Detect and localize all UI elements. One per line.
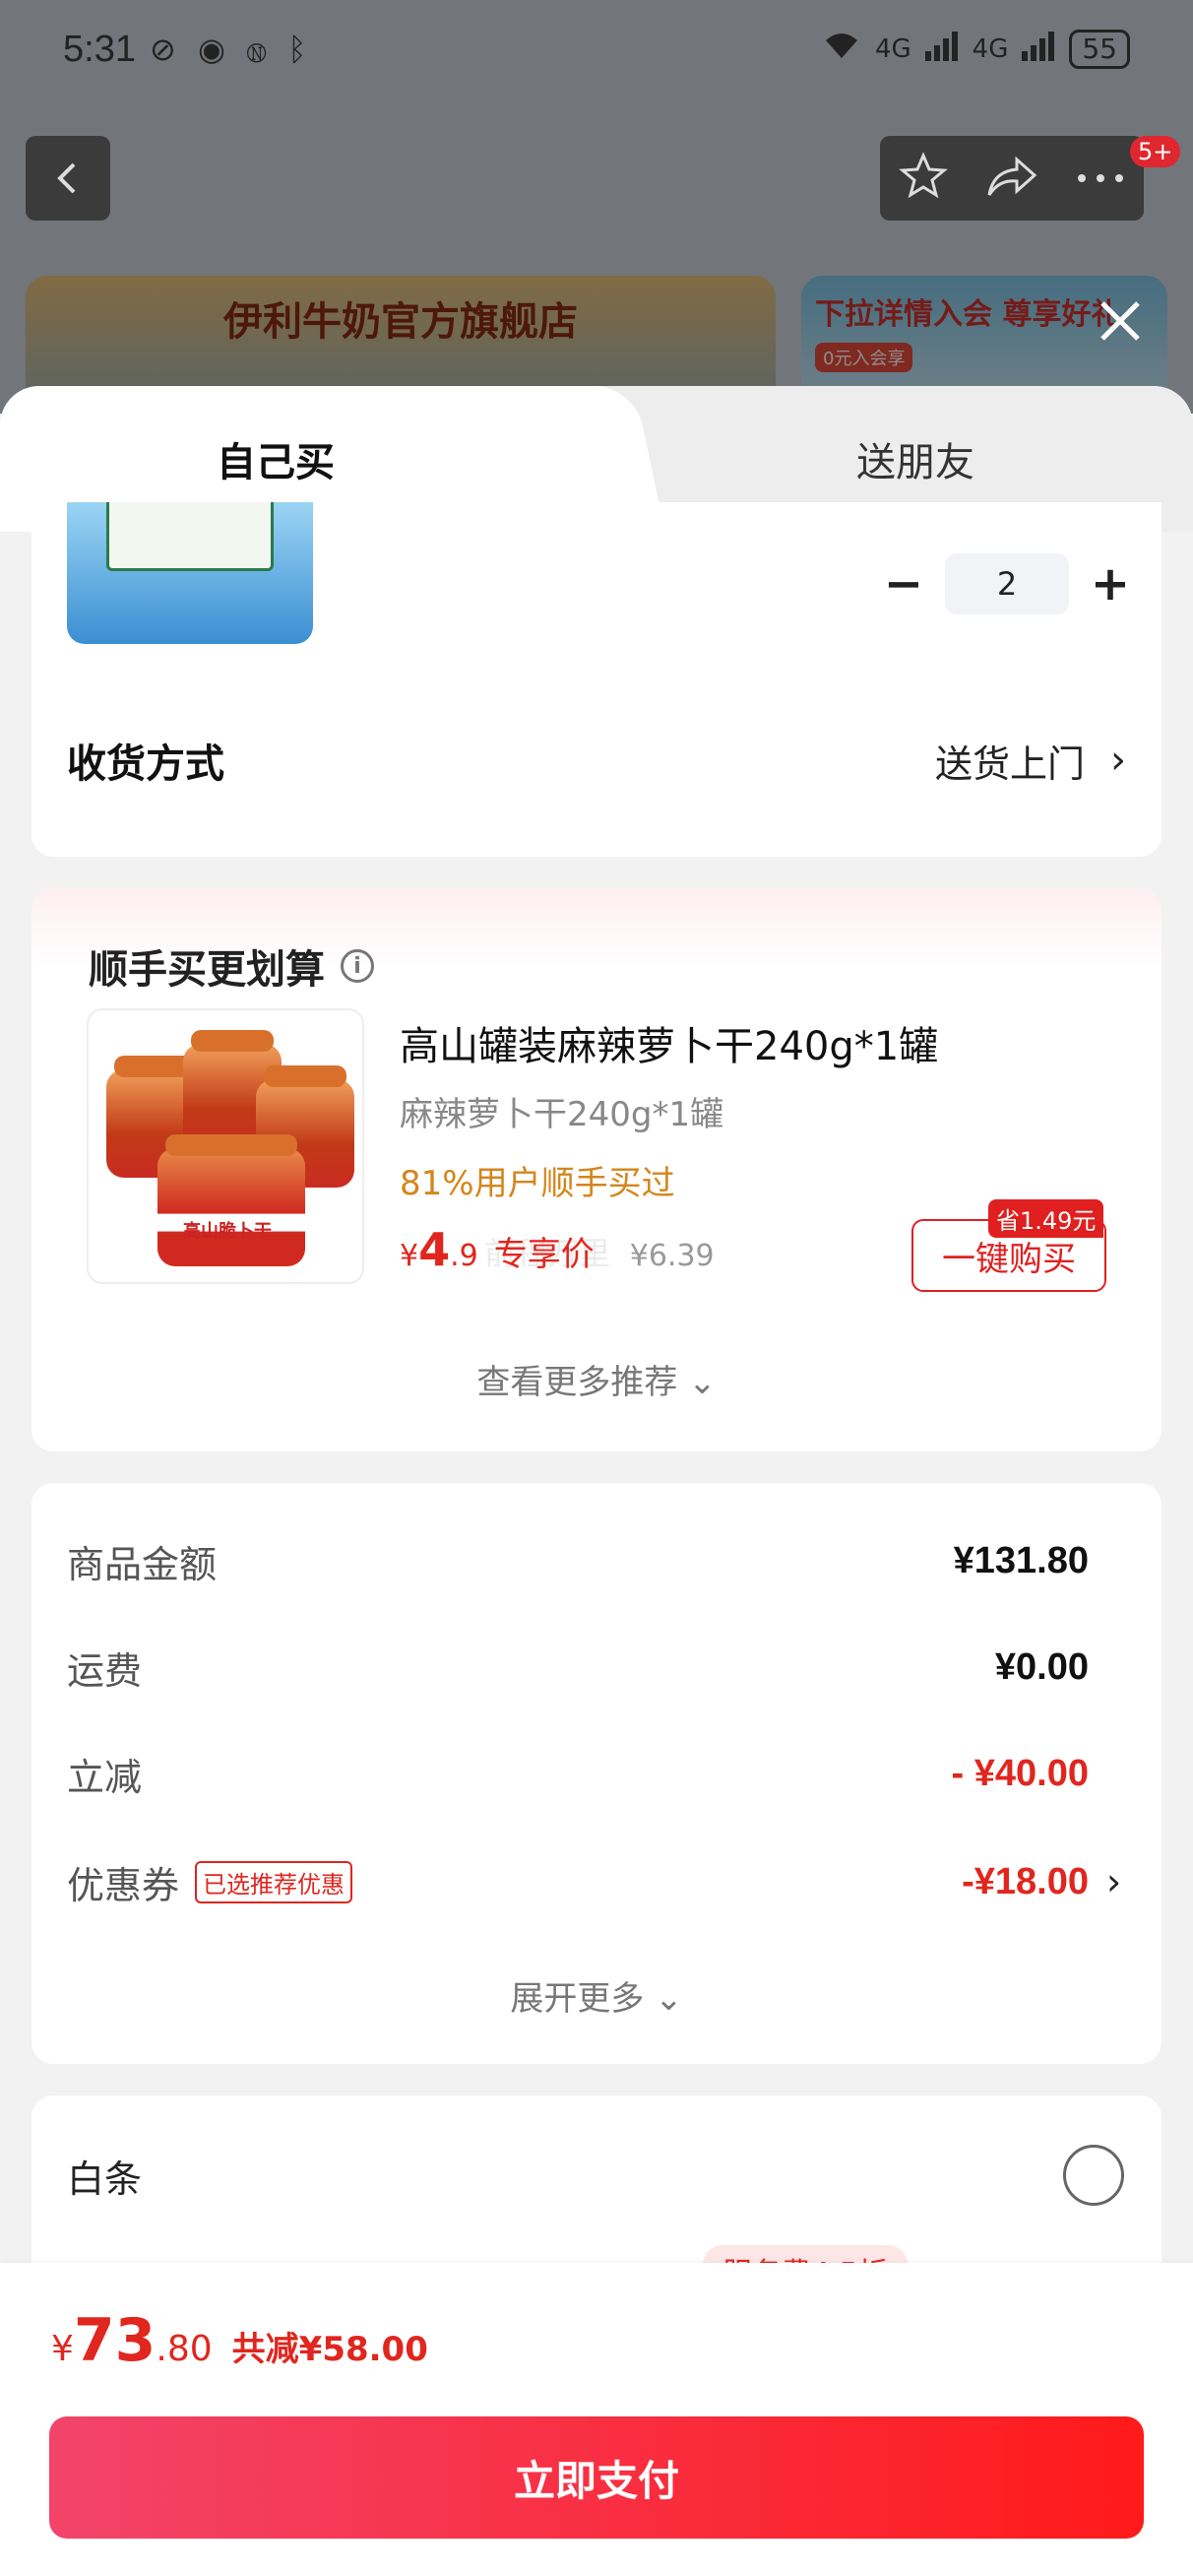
total-decimal: .80 (156, 2329, 213, 2369)
original-price: ¥6.39 (629, 1239, 715, 1273)
freight-value: ¥0.00 (994, 1645, 1089, 1688)
price-decimal: .9 (450, 1239, 478, 1273)
battery-icon: 55 (1069, 30, 1130, 69)
quantity-input[interactable]: 2 (945, 553, 1069, 614)
summary-row-freight: 运费 ¥0.00 (67, 1633, 1126, 1702)
goods-amount-value: ¥131.80 (953, 1539, 1089, 1581)
recommend-card: 顺手买更划算 i 高山脆卜干 高山罐装麻辣萝卜干240g*1罐 麻辣萝卜干240… (31, 888, 1162, 1451)
back-button[interactable] (26, 136, 110, 221)
goods-amount-label: 商品金额 (67, 1542, 218, 1586)
increase-button[interactable]: + (1081, 554, 1140, 613)
shop-banner-title: 伊利牛奶官方旗舰店 (223, 298, 578, 345)
more-recommend-label: 查看更多推荐 (476, 1363, 678, 1402)
star-icon[interactable] (899, 152, 948, 205)
chevron-down-icon: ⌄ (688, 1363, 717, 1402)
total-saved: 共减¥58.00 (231, 2330, 428, 2369)
signal-icon (1022, 31, 1055, 68)
status-bar: 5:31 ⊘ ◉ Ⓝ ᛒ 4G 4G 55 (0, 0, 1193, 98)
share-icon[interactable] (985, 152, 1038, 205)
coupon-label: 优惠券 (67, 1863, 180, 1907)
more-recommend-link[interactable]: 查看更多推荐 ⌄ (31, 1355, 1162, 1403)
header-actions (880, 136, 1144, 221)
jar-label: 高山脆卜干 (183, 1221, 272, 1242)
baitiao-label: 白条 (67, 2157, 143, 2201)
recommend-title: 顺手买更划算 i (89, 937, 374, 995)
total-currency: ¥ (51, 2329, 74, 2369)
recommend-price: ¥ 4 .9 专享价 ¥6.39 (400, 1223, 715, 1276)
summary-row-coupon[interactable]: 优惠券 已选推荐优惠 -¥18.00 › (67, 1847, 1126, 1916)
recommend-product-spec: 麻辣萝卜干240g*1罐 (400, 1095, 724, 1134)
signal-icon (924, 31, 959, 68)
delivery-label: 收货方式 (67, 741, 224, 787)
wifi-icon (822, 31, 861, 69)
discount-value: - ¥40.00 (951, 1752, 1089, 1794)
chevron-right-icon: › (1110, 738, 1126, 783)
recommend-title-text: 顺手买更划算 (89, 947, 325, 993)
price-currency: ¥ (400, 1239, 419, 1273)
summary-row-goods: 商品金额 ¥131.80 (67, 1526, 1126, 1595)
save-badge: 省1.49元 (988, 1199, 1104, 1238)
total-price: ¥ 73 .80 共减¥58.00 (51, 2306, 428, 2375)
checkout-sheet: 自己买 送朋友 − 2 + 收货方式 送货上门 › 顺手买更划算 i 高山脆卜干… (0, 386, 1193, 2576)
net-label-1: 4G (874, 34, 911, 64)
chevron-right-icon: › (1106, 1860, 1122, 1903)
expand-more-label: 展开更多 (510, 1979, 645, 2019)
close-icon (1100, 301, 1140, 341)
product-image (67, 502, 313, 644)
decrease-button[interactable]: − (874, 554, 933, 613)
price-label: 专享价 (493, 1235, 595, 1274)
message-badge: 5+ (1130, 136, 1181, 167)
recommend-product-name[interactable]: 高山罐装麻辣萝卜干240g*1罐 (400, 1014, 938, 1071)
freight-label: 运费 (67, 1648, 143, 1693)
product-card: − 2 + 收货方式 送货上门 › (31, 502, 1162, 857)
close-button[interactable] (1091, 291, 1150, 351)
quantity-stepper: − 2 + (874, 553, 1140, 614)
pay-now-button[interactable]: 立即支付 (49, 2416, 1144, 2539)
total-integer: 73 (73, 2306, 157, 2375)
summary-row-discount: 立减 - ¥40.00 (67, 1739, 1126, 1808)
chevron-left-icon (57, 162, 76, 194)
checkout-bar: ¥ 73 .80 共减¥58.00 立即支付 (0, 2263, 1193, 2576)
expand-more-link[interactable]: 展开更多 ⌄ (31, 1971, 1162, 2020)
price-integer: 4 (418, 1223, 451, 1276)
info-icon[interactable]: i (341, 949, 374, 983)
price-summary-card: 商品金额 ¥131.80 运费 ¥0.00 立减 - ¥40.00 优惠券 已选… (31, 1483, 1162, 2064)
status-icons: ⊘ ◉ Ⓝ ᛒ (149, 31, 313, 68)
coupon-value: -¥18.00 (962, 1860, 1089, 1902)
coupon-tag: 已选推荐优惠 (195, 1860, 353, 1903)
status-time: 5:31 (63, 28, 136, 70)
recommend-product-image[interactable]: 高山脆卜干 (87, 1008, 364, 1284)
net-label-2: 4G (972, 34, 1009, 64)
promo-banner-sub: 0元入会享 (815, 343, 913, 372)
baitiao-radio[interactable] (1063, 2145, 1124, 2206)
delivery-value: 送货上门 (934, 741, 1085, 786)
chevron-down-icon: ⌄ (655, 1979, 683, 2019)
status-right: 4G 4G 55 (822, 30, 1130, 69)
delivery-method-row[interactable]: 收货方式 送货上门 › (67, 721, 1126, 800)
recommend-product-tag: 81%用户顺手买过 (400, 1164, 675, 1203)
discount-label: 立减 (67, 1755, 143, 1799)
more-icon[interactable] (1076, 169, 1125, 188)
